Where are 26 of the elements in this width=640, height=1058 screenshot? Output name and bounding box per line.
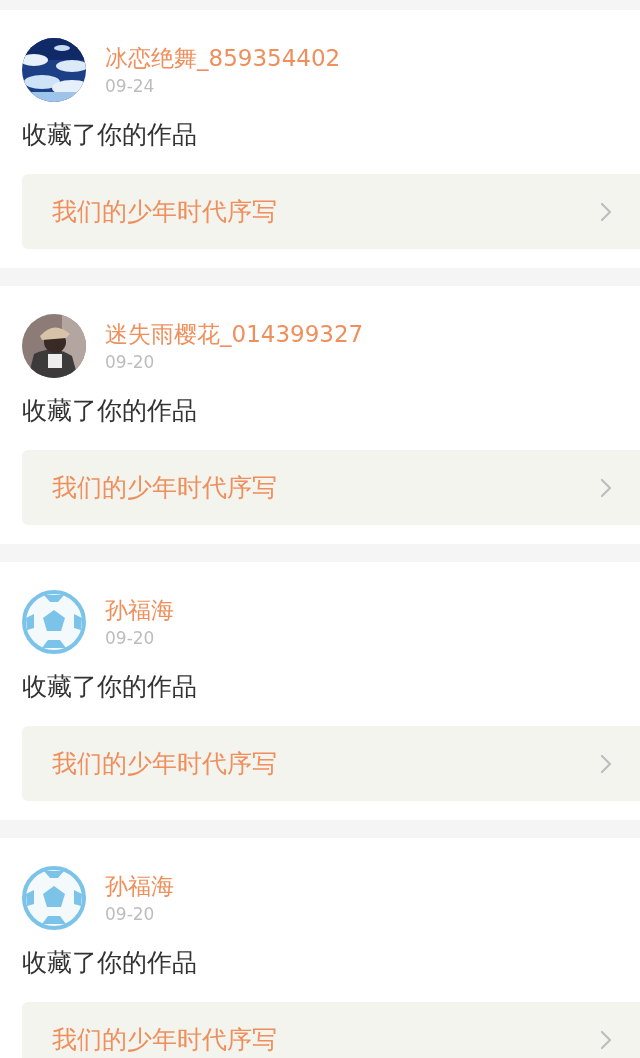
chevron-right-icon <box>600 1029 612 1050</box>
chevron-right-icon <box>600 201 612 222</box>
date: 09-20 <box>105 904 156 924</box>
work-link[interactable]: 我们的少年时代序写 <box>22 450 640 525</box>
action-text: 收藏了你的作品 <box>22 672 198 702</box>
chevron-right-icon <box>600 753 612 774</box>
date: 09-20 <box>105 352 156 372</box>
date: 09-20 <box>105 628 156 648</box>
work-title: 我们的少年时代序写 <box>52 1024 277 1056</box>
work-title: 我们的少年时代序写 <box>52 472 277 504</box>
action-text: 收藏了你的作品 <box>22 120 198 150</box>
user-name[interactable]: 冰恋绝舞_859354402 <box>105 44 341 72</box>
work-title: 我们的少年时代序写 <box>52 196 277 228</box>
work-title: 我们的少年时代序写 <box>52 748 277 780</box>
date: 09-24 <box>105 76 156 96</box>
work-link[interactable]: 我们的少年时代序写 <box>22 1002 640 1058</box>
chevron-right-icon <box>600 477 612 498</box>
user-name[interactable]: 迷失雨樱花_014399327 <box>105 320 364 348</box>
action-text: 收藏了你的作品 <box>22 948 198 978</box>
work-link[interactable]: 我们的少年时代序写 <box>22 726 640 801</box>
user-name[interactable]: 孙福海 <box>105 872 174 900</box>
ball-icon <box>22 590 86 654</box>
ball-icon <box>22 866 86 930</box>
user-name[interactable]: 孙福海 <box>105 596 174 624</box>
action-text: 收藏了你的作品 <box>22 396 198 426</box>
work-link[interactable]: 我们的少年时代序写 <box>22 174 640 249</box>
